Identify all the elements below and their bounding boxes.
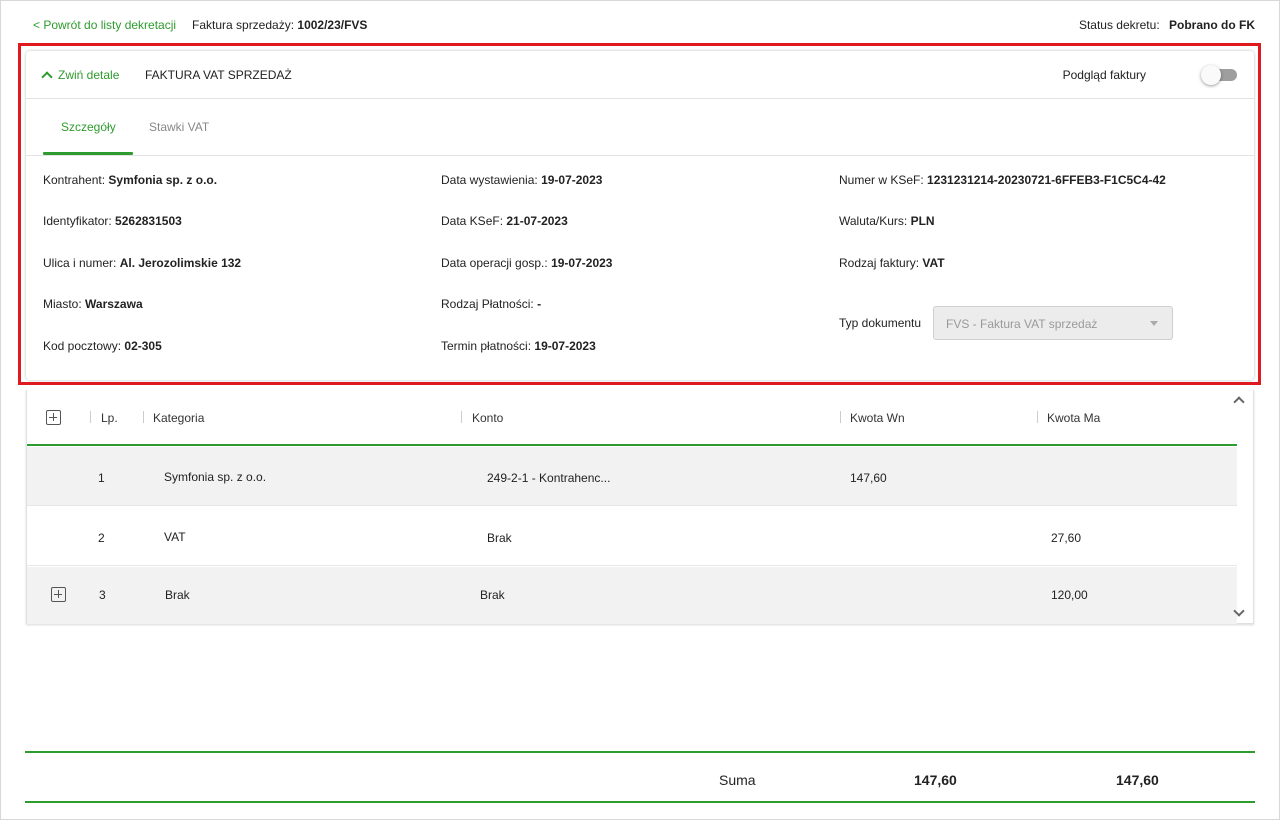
summary-wn-total: 147,60 [914, 772, 957, 788]
cell-amount-ma: 120,00 [1051, 588, 1088, 602]
header-amount-ma[interactable]: Kwota Ma [1047, 411, 1100, 425]
field-value: 21-07-2023 [506, 214, 568, 228]
cell-category: Symfonia sp. z o.o. [164, 470, 267, 484]
column-separator [90, 411, 91, 423]
expand-row-icon[interactable] [51, 587, 66, 602]
field-operation-date: Data operacji gosp.: 19-07-2023 [441, 256, 612, 270]
cell-amount-wn: 147,60 [850, 471, 887, 485]
field-value: VAT [922, 256, 945, 270]
field-invoice-type: Rodzaj faktury: VAT [839, 256, 945, 270]
field-payment-type: Rodzaj Płatności: - [441, 297, 541, 311]
cell-amount-ma: 27,60 [1051, 531, 1082, 545]
top-bar: < Powrót do listy dekretacji Faktura spr… [0, 0, 1280, 48]
field-postal-code: Kod pocztowy: 02-305 [43, 339, 162, 353]
status-value: Pobrano do FK [1169, 18, 1255, 32]
grid-header: Lp. Kategoria Konto Kwota Wn Kwota Ma [27, 390, 1237, 446]
field-value: 02-305 [124, 339, 162, 353]
header-amount-wn[interactable]: Kwota Wn [850, 411, 905, 425]
cell-category: Brak [165, 588, 190, 602]
field-street: Ulica i numer: Al. Jerozolimskie 132 [43, 256, 241, 270]
field-value: 19-07-2023 [534, 339, 596, 353]
field-city: Miasto: Warszawa [43, 297, 143, 311]
field-value: 19-07-2023 [551, 256, 613, 270]
doc-type-select[interactable]: FVS - Faktura VAT sprzedaż [933, 306, 1173, 340]
field-label: Rodzaj faktury: [839, 256, 920, 270]
document-number: 1002/23/FVS [297, 18, 368, 32]
cell-lp: 3 [99, 588, 106, 602]
table-row[interactable]: 2 VAT Brak 27,60 [27, 507, 1237, 566]
card-title: FAKTURA VAT SPRZEDAŻ [145, 68, 292, 82]
field-payment-due: Termin płatności: 19-07-2023 [441, 339, 596, 353]
cell-account: Brak [487, 531, 512, 545]
decree-status: Status dekretu: Pobrano do FK [1079, 18, 1255, 32]
field-label: Miasto: [43, 297, 82, 311]
document-label: Faktura sprzedaży: [192, 18, 295, 32]
field-issue-date: Data wystawienia: 19-07-2023 [441, 173, 602, 187]
summary-bottom-divider [25, 801, 1255, 803]
field-ksef-date: Data KSeF: 21-07-2023 [441, 214, 568, 228]
cell-account: 249-2-1 - Kontrahenc... [487, 471, 611, 485]
table-row[interactable]: 1 Symfonia sp. z o.o. 249-2-1 - Kontrahe… [27, 447, 1237, 506]
cell-category: VAT [164, 530, 186, 544]
table-row[interactable]: 3 Brak Brak 120,00 [27, 567, 1237, 624]
toggle-knob [1201, 65, 1221, 85]
cell-lp: 1 [98, 471, 105, 485]
details-tabs: Szczegóły Stawki VAT [26, 100, 1254, 156]
field-contractor: Kontrahent: Symfonia sp. z o.o. [43, 173, 217, 187]
collapse-details-button[interactable]: Zwiń detale [41, 68, 120, 83]
active-tab-indicator [43, 152, 133, 155]
field-label: Kod pocztowy: [43, 339, 122, 353]
status-label: Status dekretu: [1078, 18, 1160, 32]
field-label: Data wystawienia: [441, 173, 538, 187]
cell-lp: 2 [98, 531, 105, 545]
field-identifier: Identyfikator: 5262831503 [43, 214, 182, 228]
field-value: PLN [910, 214, 935, 228]
field-value: Symfonia sp. z o.o. [108, 173, 218, 187]
summary-ma-total: 147,60 [1116, 772, 1159, 788]
field-label: Ulica i numer: [43, 256, 117, 270]
doc-type-value: FVS - Faktura VAT sprzedaż [946, 317, 1098, 331]
field-label: Numer w KSeF: [839, 173, 924, 187]
field-value: - [537, 297, 542, 311]
column-separator [143, 411, 144, 423]
header-category[interactable]: Kategoria [153, 411, 204, 425]
field-label: Data operacji gosp.: [441, 256, 548, 270]
field-currency: Waluta/Kurs: PLN [839, 214, 935, 228]
invoice-preview-toggle[interactable] [1201, 65, 1237, 85]
field-label: Data KSeF: [441, 214, 504, 228]
field-label: Kontrahent: [43, 173, 106, 187]
doc-type-label: Typ dokumentu [839, 316, 922, 330]
collapse-label: Zwiń detale [58, 68, 120, 82]
invoice-preview-label: Podgląd faktury [1062, 68, 1146, 82]
tab-details[interactable]: Szczegóły [61, 120, 116, 134]
card-header: Zwiń detale FAKTURA VAT SPRZEDAŻ Podgląd… [26, 51, 1254, 99]
expand-all-icon[interactable] [46, 410, 61, 425]
tab-vat-rates[interactable]: Stawki VAT [149, 120, 209, 134]
chevron-up-icon [41, 71, 53, 83]
header-account[interactable]: Konto [472, 411, 503, 425]
dropdown-arrow-icon [1150, 321, 1158, 326]
invoice-details-card: Zwiń detale FAKTURA VAT SPRZEDAŻ Podgląd… [26, 51, 1254, 380]
column-separator [840, 411, 841, 423]
field-ksef-number: Numer w KSeF: 1231231214-20230721-6FFEB3… [839, 173, 1166, 187]
field-value: 1231231214-20230721-6FFEB3-F1C5C4-42 [927, 173, 1166, 187]
document-title: Faktura sprzedaży: 1002/23/FVS [192, 18, 367, 32]
header-lp[interactable]: Lp. [101, 411, 118, 425]
cell-account: Brak [480, 588, 505, 602]
field-value: Al. Jerozolimskie 132 [119, 256, 242, 270]
field-label: Identyfikator: [43, 214, 112, 228]
field-value: 5262831503 [115, 214, 182, 228]
decree-grid: Lp. Kategoria Konto Kwota Wn Kwota Ma 1 … [26, 390, 1254, 624]
field-label: Rodzaj Płatności: [441, 297, 534, 311]
summary-label: Suma [719, 772, 756, 788]
back-to-list-link[interactable]: < Powrót do listy dekretacji [33, 18, 176, 32]
field-label: Waluta/Kurs: [839, 214, 908, 228]
field-value: Warszawa [85, 297, 143, 311]
summary-top-divider [25, 751, 1255, 753]
field-value: 19-07-2023 [541, 173, 603, 187]
column-separator [1037, 411, 1038, 423]
column-separator [461, 411, 462, 423]
field-label: Termin płatności: [441, 339, 532, 353]
